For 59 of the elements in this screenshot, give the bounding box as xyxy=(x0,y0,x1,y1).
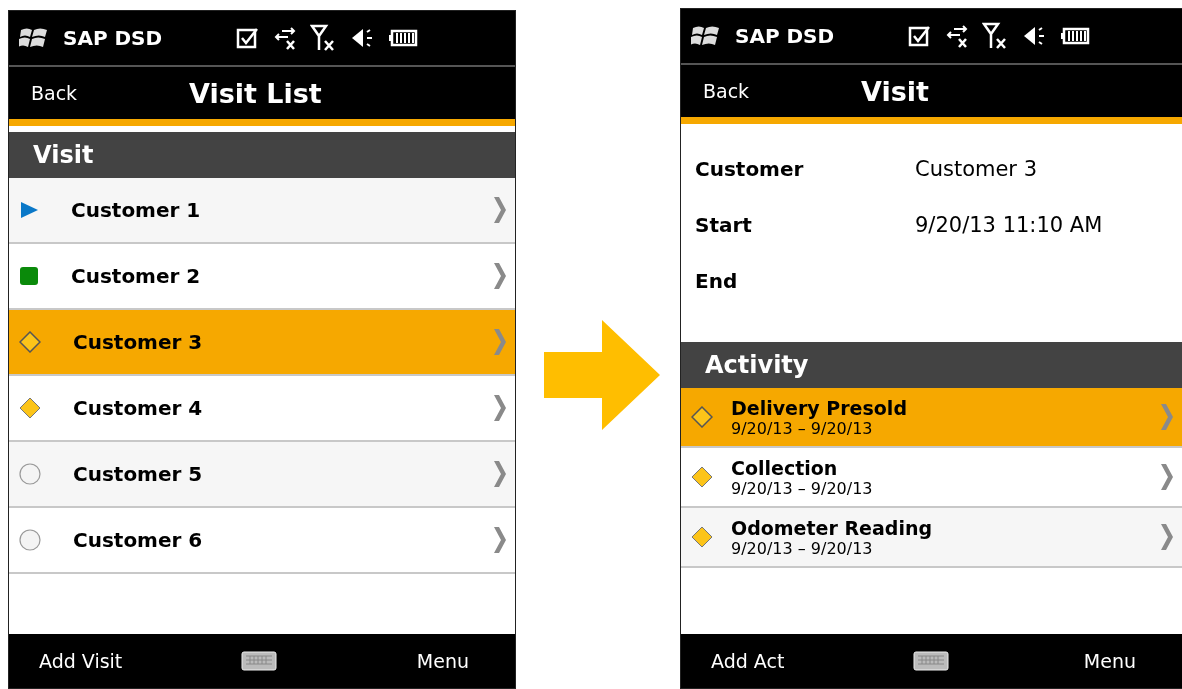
back-button[interactable]: Back xyxy=(681,80,861,102)
chevron-icon xyxy=(493,460,507,488)
customer-row[interactable]: Customer 5 xyxy=(9,442,515,508)
activity-title: Odometer Reading xyxy=(731,516,933,539)
activity-row[interactable]: Delivery Presold 9/20/13 – 9/20/13 xyxy=(681,388,1182,448)
field-value: 9/20/13 11:10 AM xyxy=(915,213,1103,237)
diamond-icon xyxy=(691,466,713,488)
keyboard-icon[interactable] xyxy=(241,650,277,672)
checkbox-icon xyxy=(908,24,933,48)
chevron-icon xyxy=(1160,523,1174,551)
play-icon xyxy=(19,200,39,220)
activity-dates: 9/20/13 – 9/20/13 xyxy=(731,538,873,558)
app-name: SAP DSD xyxy=(63,26,163,50)
activity-title: Delivery Presold xyxy=(731,396,907,419)
customer-name: Customer 5 xyxy=(73,462,204,486)
customer-name: Customer 1 xyxy=(71,198,202,222)
circle-icon xyxy=(19,463,41,485)
battery-icon xyxy=(388,28,419,48)
field-label: End xyxy=(695,269,739,293)
diamond-icon xyxy=(19,397,41,419)
section-header: Activity xyxy=(681,342,1182,388)
activity-title: Collection xyxy=(731,456,839,479)
field-label: Customer xyxy=(695,157,805,181)
chevron-icon xyxy=(493,394,507,422)
screen-title: Visit List xyxy=(189,77,322,109)
arrow-icon xyxy=(544,320,660,430)
app-name: SAP DSD xyxy=(735,24,835,48)
customer-row[interactable]: Customer 1 xyxy=(9,178,515,244)
chevron-icon xyxy=(1160,403,1174,431)
customer-name: Customer 6 xyxy=(73,528,204,552)
customer-name: Customer 4 xyxy=(73,396,204,420)
diamond-icon xyxy=(19,331,41,353)
diamond-icon xyxy=(691,526,713,548)
circle-icon xyxy=(19,529,41,551)
section-header: Visit xyxy=(9,132,515,178)
chevron-icon xyxy=(493,526,507,554)
diamond-icon xyxy=(691,406,713,428)
back-button[interactable]: Back xyxy=(9,82,189,104)
chevron-icon xyxy=(493,196,507,224)
activity-dates: 9/20/13 – 9/20/13 xyxy=(731,478,873,498)
square-icon xyxy=(19,266,39,286)
screen-title: Visit xyxy=(861,75,929,107)
customer-row[interactable]: Customer 3 xyxy=(9,310,515,376)
softkey-button[interactable]: Add Act xyxy=(681,649,913,673)
chevron-icon xyxy=(493,262,507,290)
softkey-button[interactable]: Add Visit xyxy=(9,649,241,673)
chevron-icon xyxy=(1160,463,1174,491)
field-label: Start xyxy=(695,213,753,237)
menu-button[interactable]: Menu xyxy=(410,649,475,673)
activity-dates: 9/20/13 – 9/20/13 xyxy=(731,418,874,438)
customer-name: Customer 2 xyxy=(71,264,202,288)
field-value: Customer 3 xyxy=(915,157,1038,181)
customer-name: Customer 3 xyxy=(73,330,204,354)
menu-button[interactable]: Menu xyxy=(1077,649,1142,673)
activity-row[interactable]: Odometer Reading 9/20/13 – 9/20/13 xyxy=(681,508,1182,568)
battery-icon xyxy=(1060,26,1091,46)
keyboard-icon[interactable] xyxy=(913,650,949,672)
chevron-icon xyxy=(493,328,507,356)
checkbox-icon xyxy=(236,26,261,50)
